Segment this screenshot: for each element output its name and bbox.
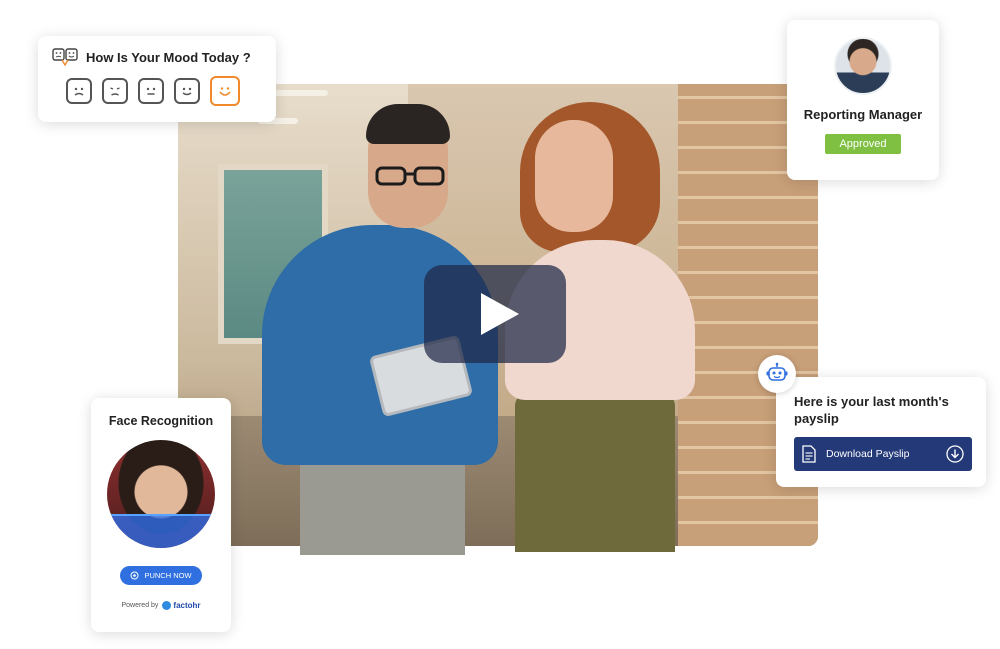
payslip-chat-card: Here is your last month's payslip Downlo…	[758, 355, 986, 487]
chatbot-icon	[758, 355, 796, 393]
mood-very-sad-icon[interactable]	[66, 78, 92, 104]
download-payslip-button[interactable]: Download Payslip	[794, 437, 972, 471]
mood-happy-icon[interactable]	[174, 78, 200, 104]
mood-card: How Is Your Mood Today ?	[38, 36, 276, 122]
approved-status-badge: Approved	[825, 134, 901, 154]
mood-title: How Is Your Mood Today ?	[86, 49, 251, 65]
brand-logo-icon	[162, 601, 172, 610]
video-woman-head	[535, 120, 613, 232]
face-recognition-card: Face Recognition PUNCH NOW Powered by fa…	[91, 398, 231, 632]
brand-logo-text: factohr	[173, 601, 201, 610]
mood-very-happy-icon[interactable]	[210, 76, 240, 106]
video-man-legs	[300, 455, 465, 555]
face-scan-photo	[107, 440, 215, 548]
punch-now-label: PUNCH NOW	[144, 571, 192, 580]
face-scan-overlay	[107, 514, 215, 548]
mood-neutral-icon[interactable]	[138, 78, 164, 104]
video-man-glasses	[375, 166, 445, 186]
mood-sad-icon[interactable]	[102, 78, 128, 104]
brand-logo: factohr	[162, 601, 201, 610]
video-woman-pants	[515, 392, 675, 552]
payslip-message: Here is your last month's payslip	[794, 394, 949, 426]
play-button[interactable]	[424, 265, 566, 363]
download-payslip-label: Download Payslip	[826, 448, 910, 460]
ceiling-light	[268, 90, 328, 96]
manager-title: Reporting Manager	[803, 107, 923, 122]
reporting-manager-card: Reporting Manager Approved	[787, 20, 939, 180]
face-recognition-title: Face Recognition	[108, 414, 214, 428]
powered-by: Powered by factohr	[91, 601, 231, 610]
play-icon	[481, 293, 519, 335]
mood-faces-icon	[52, 48, 78, 66]
document-icon	[802, 445, 816, 463]
video-man-hair	[366, 104, 450, 144]
powered-by-label: Powered by	[121, 602, 159, 609]
mood-options	[52, 76, 262, 106]
punch-now-button[interactable]: PUNCH NOW	[120, 566, 202, 585]
manager-avatar	[834, 37, 892, 95]
download-icon	[946, 445, 964, 463]
target-icon	[130, 571, 139, 580]
